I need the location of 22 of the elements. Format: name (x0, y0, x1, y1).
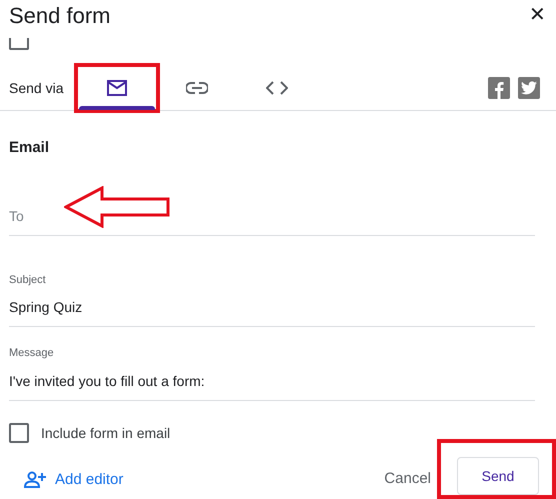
envelope-icon (107, 80, 127, 96)
send-button[interactable]: Send (457, 457, 539, 495)
add-editor-button[interactable]: Add editor (24, 468, 124, 491)
input-field[interactable]: To (9, 200, 535, 234)
checkbox[interactable] (9, 38, 29, 50)
close-button[interactable]: ✕ (523, 2, 552, 28)
field-label: Subject (9, 272, 47, 288)
input-field[interactable]: I've invited you to fill out a form: (9, 370, 535, 400)
cancel-button[interactable]: Cancel (378, 466, 437, 491)
send-via-label: Send via (9, 78, 64, 98)
input-field[interactable]: Spring Quiz (9, 297, 535, 326)
field-label: Message (9, 346, 55, 361)
checkbox[interactable] (9, 423, 29, 443)
add-person-icon (24, 471, 47, 488)
send-via-tab[interactable] (77, 66, 157, 110)
checkbox-label: Include form in email (41, 424, 170, 442)
dialog-title: Send form (9, 2, 110, 30)
facebook-icon[interactable] (488, 77, 510, 99)
section-heading: Email (8, 138, 50, 158)
link-icon (186, 82, 208, 94)
bird-icon[interactable] (518, 77, 540, 99)
code-icon (266, 81, 288, 95)
